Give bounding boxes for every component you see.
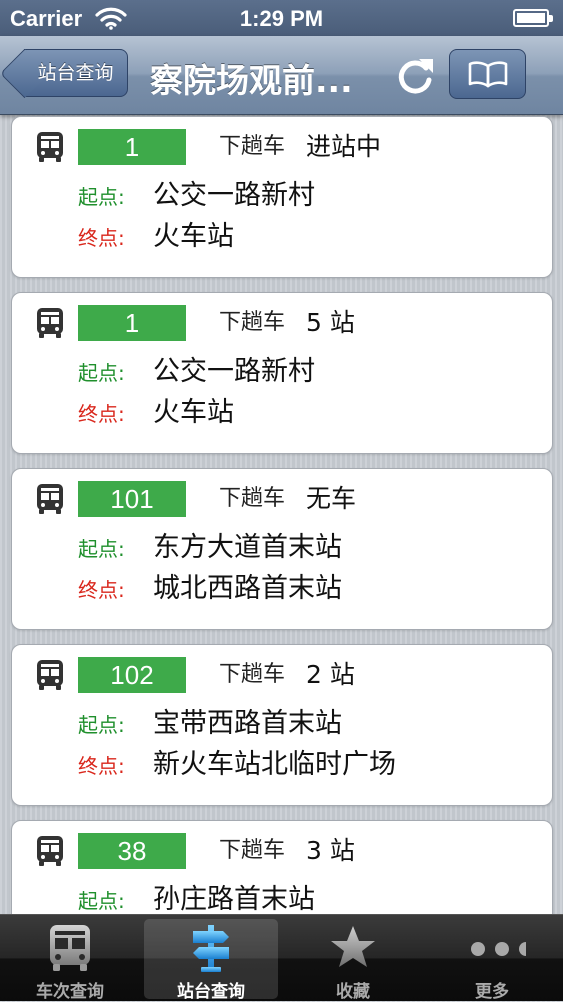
arrival-status: 2 站 [306,660,355,689]
back-button-label: 站台查询 [37,62,114,84]
direction-label: 下趟车 [219,486,286,511]
start-stop: 宝带西路首末站 [153,708,342,739]
start-label: 起点: [78,361,125,385]
tab-label: 更多 [475,982,509,1002]
bus-icon [37,484,63,514]
end-stop: 火车站 [153,397,234,428]
end-label: 终点: [78,754,125,778]
back-button[interactable]: 站台查询 [24,49,128,97]
start-label: 起点: [78,889,125,913]
tab-label: 站台查询 [177,982,245,1002]
route-card[interactable]: 101 下趟车 无车 起点: 东方大道首末站 终点: 城北西路首末站 [11,468,553,630]
route-card[interactable]: 38 下趟车 3 站 起点: 孙庄路首末站 终点: [11,820,553,914]
direction-label: 下趟车 [219,662,286,687]
star-icon [331,926,375,967]
start-stop: 公交一路新村 [153,356,315,387]
start-stop: 孙庄路首末站 [153,884,315,914]
route-number-badge: 1 [78,305,186,341]
end-label: 终点: [78,402,125,426]
direction-label: 下趟车 [219,310,286,335]
status-time: 1:29 PM [239,6,324,31]
tab-label: 车次查询 [36,982,104,1002]
route-number-badge: 101 [78,481,186,517]
end-stop: 火车站 [153,221,234,252]
tab-favorites[interactable]: 收藏 [286,919,420,1002]
navigation-bar: 站台查询 察院场观前... [0,36,563,115]
route-card[interactable]: 102 下趟车 2 站 起点: 宝带西路首末站 终点: 新火车站北临时广场 [11,644,553,806]
route-number-badge: 1 [78,129,186,165]
start-stop: 东方大道首末站 [153,532,342,563]
end-stop: 城北西路首末站 [153,573,342,604]
route-card[interactable]: 1 下趟车 进站中 起点: 公交一路新村 终点: 火车站 [11,116,553,278]
bookmark-button[interactable] [449,49,526,99]
refresh-icon[interactable] [392,54,438,98]
arrival-status: 3 站 [306,836,355,865]
bus-icon [37,132,63,162]
bus-icon [37,836,63,866]
arrival-status: 无车 [306,484,357,513]
tab-label: 收藏 [336,982,370,1002]
end-stop: 新火车站北临时广场 [153,749,396,780]
route-number-badge: 38 [78,833,186,869]
signpost-icon [193,925,229,972]
arrival-status: 5 站 [306,308,355,337]
direction-label: 下趟车 [219,838,286,863]
bus-icon [37,660,63,690]
battery-icon [513,9,553,27]
page-title: 察院场观前... [150,61,353,100]
bus-icon [50,925,90,971]
start-label: 起点: [78,713,125,737]
start-label: 起点: [78,537,125,561]
arrival-status: 进站中 [306,132,382,161]
end-label: 终点: [78,226,125,250]
tab-station-query[interactable]: 站台查询 [144,919,278,1002]
bus-icon [37,308,63,338]
status-bar: Carrier 1:29 PM [0,0,563,36]
start-stop: 公交一路新村 [153,180,315,211]
route-card[interactable]: 1 下趟车 5 站 起点: 公交一路新村 终点: 火车站 [11,292,553,454]
tab-more[interactable]: 更多 [425,919,559,1002]
more-dots-icon [471,942,526,956]
route-list[interactable]: 1 下趟车 进站中 起点: 公交一路新村 终点: 火车站 1 下趟车 5 站 起… [0,114,563,914]
direction-label: 下趟车 [219,134,286,159]
tab-bar: 车次查询 站台查询 收藏 更多 [0,914,563,1002]
tab-bus-query[interactable]: 车次查询 [3,919,137,1002]
route-number-badge: 102 [78,657,186,693]
end-label: 终点: [78,578,125,602]
start-label: 起点: [78,185,125,209]
book-icon [468,61,508,88]
